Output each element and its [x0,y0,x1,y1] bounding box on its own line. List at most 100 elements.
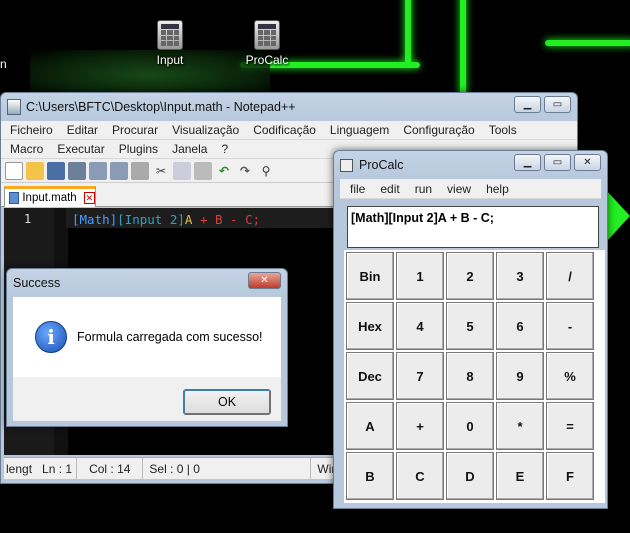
key-bin[interactable]: Bin [346,252,394,300]
desktop-icon-input[interactable]: Input [135,20,205,67]
calc-display[interactable]: [Math][Input 2]A + B - C; [347,206,599,248]
desktop-wallpaper-curve [545,40,630,46]
code-token-plus: + [192,212,215,227]
undo-icon[interactable]: ↶ [215,162,233,180]
close-icon: ✕ [583,157,592,168]
code-token-c: C; [245,212,261,227]
tab-label: Input.math [22,192,77,204]
menu-file[interactable]: file [342,182,372,196]
dialog-titlebar[interactable]: Success ✕ [7,269,287,297]
key-divide[interactable]: / [546,252,594,300]
key-1[interactable]: 1 [396,252,444,300]
key-a[interactable]: A [346,402,394,450]
maximize-icon: ▭ [552,99,563,110]
key-b[interactable]: B [346,452,394,500]
dialog-title: Success [13,276,61,290]
key-plus[interactable]: + [396,402,444,450]
key-7[interactable]: 7 [396,352,444,400]
close-all-icon[interactable] [110,161,128,180]
find-icon[interactable]: ⚲ [257,162,275,180]
key-multiply[interactable]: * [496,402,544,450]
key-8[interactable]: 8 [446,352,494,400]
info-icon: i [35,321,67,353]
menu-help[interactable]: help [478,182,516,196]
menu-macro[interactable]: Macro [3,142,50,156]
maximize-button[interactable]: ▭ [544,154,571,171]
key-4[interactable]: 4 [396,302,444,350]
menu-procurar[interactable]: Procurar [105,123,165,137]
close-icon: ✕ [260,275,269,286]
key-percent[interactable]: % [546,352,594,400]
menu-janela[interactable]: Janela [165,142,214,156]
menu-visualizacao[interactable]: Visualização [165,123,246,137]
desktop-wallpaper-arrow [606,190,630,242]
menu-view[interactable]: view [439,182,478,196]
calculator-icon [254,20,280,50]
menu-editar[interactable]: Editar [60,123,105,137]
open-file-icon[interactable] [26,161,44,180]
minimize-icon: ▁ [523,157,532,168]
line-number: 1 [24,212,32,226]
dialog-message: Formula carregada com sucesso! [77,330,263,344]
status-col: Col : 14 [77,458,144,479]
print-icon[interactable] [131,161,149,180]
desktop-wallpaper-curve [405,0,411,65]
menu-tools[interactable]: Tools [482,123,524,137]
key-f[interactable]: F [546,452,594,500]
save-icon[interactable] [47,161,65,180]
close-file-icon[interactable] [89,161,107,180]
calc-keypad: Bin 1 2 3 / Hex 4 5 6 - Dec 7 8 9 % A + … [344,250,605,503]
code-token-math: [Math] [72,212,118,227]
menu-edit[interactable]: edit [372,182,406,196]
redo-icon[interactable]: ↷ [236,162,254,180]
menu-linguagem[interactable]: Linguagem [323,123,396,137]
key-0[interactable]: 0 [446,402,494,450]
key-5[interactable]: 5 [446,302,494,350]
key-e[interactable]: E [496,452,544,500]
calculator-icon [157,20,183,50]
desktop-icon-procalc[interactable]: ProCalc [232,20,302,67]
close-icon[interactable]: ✕ [83,192,95,204]
tab-input-math[interactable]: Input.math ✕ [4,186,96,207]
key-d[interactable]: D [446,452,494,500]
notepad-menubar-row1: Ficheiro Editar Procurar Visualização Co… [1,121,577,140]
notepad-titlebar[interactable]: C:\Users\BFTC\Desktop\Input.math - Notep… [1,93,577,121]
file-icon [9,192,20,204]
paste-icon[interactable] [194,161,212,180]
menu-run[interactable]: run [407,182,439,196]
cut-icon[interactable]: ✂ [152,162,170,180]
dialog-close-button[interactable]: ✕ [248,272,281,289]
menu-executar[interactable]: Executar [50,142,111,156]
menu-ficheiro[interactable]: Ficheiro [3,123,60,137]
minimize-button[interactable]: ▁ [514,154,541,171]
key-6[interactable]: 6 [496,302,544,350]
menu-help[interactable]: ? [214,142,235,156]
status-ln: Ln : 1 [38,458,78,479]
success-dialog: Success ✕ i Formula carregada com sucess… [6,268,288,427]
notepad-app-icon [7,99,21,115]
save-all-icon[interactable] [68,161,86,180]
key-dec[interactable]: Dec [346,352,394,400]
procalc-titlebar[interactable]: ProCalc ▁ ▭ ✕ [334,151,607,179]
key-9[interactable]: 9 [496,352,544,400]
key-minus[interactable]: - [546,302,594,350]
key-c[interactable]: C [396,452,444,500]
key-hex[interactable]: Hex [346,302,394,350]
close-button[interactable]: ✕ [574,154,601,171]
new-file-icon[interactable] [5,161,23,180]
menu-codificacao[interactable]: Codificação [246,123,323,137]
key-3[interactable]: 3 [496,252,544,300]
menu-plugins[interactable]: Plugins [112,142,165,156]
dialog-footer: OK [13,377,281,421]
notepad-title: C:\Users\BFTC\Desktop\Input.math - Notep… [26,100,296,114]
minimize-button[interactable]: ▁ [514,96,541,113]
ok-button[interactable]: OK [183,389,271,415]
procalc-window: ProCalc ▁ ▭ ✕ file edit run view help [M… [333,150,608,509]
copy-icon[interactable] [173,161,191,180]
menu-configuracao[interactable]: Configuração [396,123,481,137]
key-2[interactable]: 2 [446,252,494,300]
code-token-minus: - [222,212,246,227]
maximize-button[interactable]: ▭ [544,96,571,113]
minimize-icon: ▁ [523,99,532,110]
key-equals[interactable]: = [546,402,594,450]
